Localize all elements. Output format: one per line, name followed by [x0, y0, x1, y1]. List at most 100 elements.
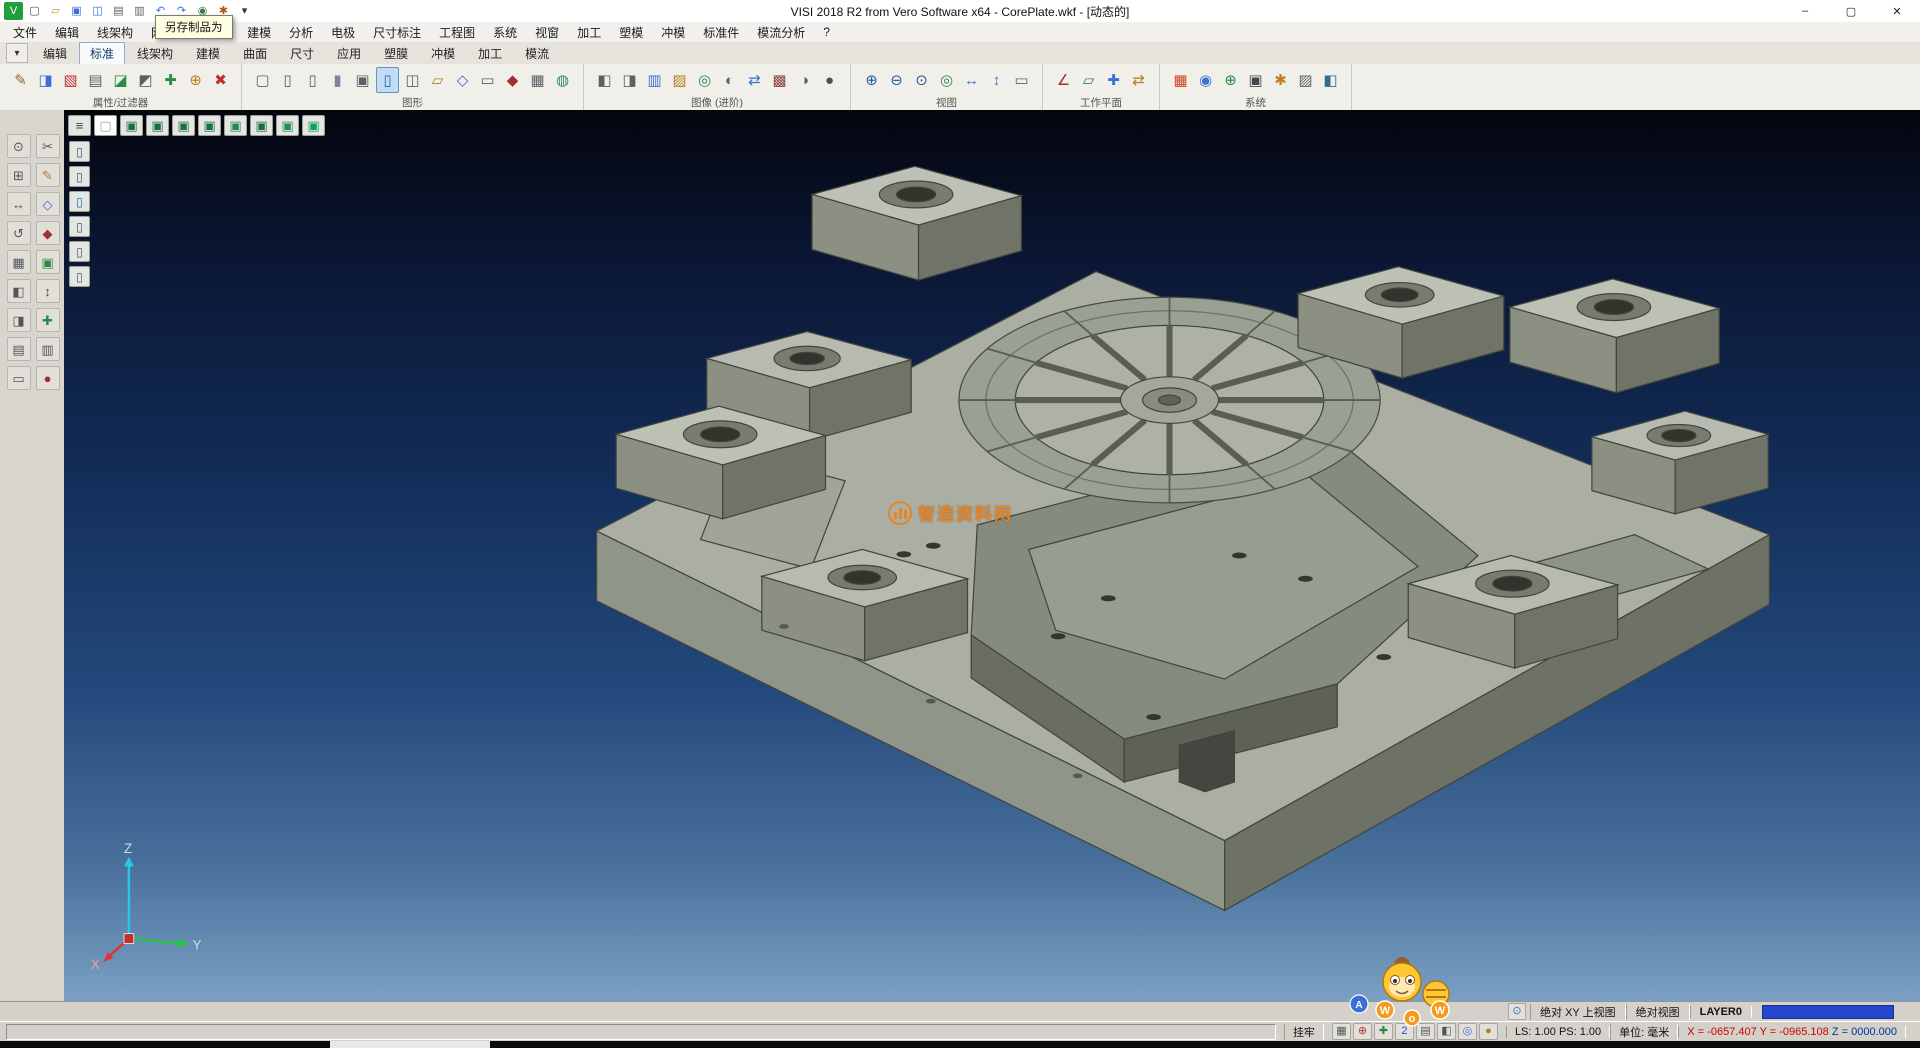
- stretch-icon[interactable]: ↕: [36, 279, 60, 303]
- hatch-icon[interactable]: ▨: [668, 67, 691, 93]
- tab-6[interactable]: 应用: [326, 42, 372, 65]
- sphere-display-icon[interactable]: ◍: [551, 67, 574, 93]
- bar-tool-icon[interactable]: ▭: [7, 366, 31, 390]
- diamond-display-icon[interactable]: ◇: [451, 67, 474, 93]
- solid-icon[interactable]: ▣: [36, 250, 60, 274]
- point-display-icon[interactable]: ▢: [251, 67, 274, 93]
- save-icon[interactable]: ▣: [67, 2, 86, 20]
- layer-filter-icon[interactable]: ▤: [84, 67, 107, 93]
- cylinder-view-6-icon[interactable]: ▯: [69, 266, 90, 287]
- trim-icon[interactable]: ✂: [36, 134, 60, 158]
- view-cube-iso-icon[interactable]: ▣: [120, 115, 143, 136]
- mesh-icon[interactable]: ▦: [7, 250, 31, 274]
- view-cube-top-icon[interactable]: ▣: [146, 115, 169, 136]
- render-left-icon[interactable]: ◧: [593, 67, 616, 93]
- tab-5[interactable]: 尺寸: [279, 42, 325, 65]
- point-tool-icon[interactable]: ●: [36, 366, 60, 390]
- cylinder-display-2-icon[interactable]: ▯: [301, 67, 324, 93]
- box-display-icon[interactable]: ◫: [401, 67, 424, 93]
- tab-10[interactable]: 模流: [514, 42, 560, 65]
- copy-attributes-icon[interactable]: ◨: [34, 67, 57, 93]
- layers-icon[interactable]: ▤: [7, 337, 31, 361]
- view-mode-indicator[interactable]: 绝对 XY 上视图: [1530, 1004, 1626, 1020]
- tab-4[interactable]: 曲面: [232, 42, 278, 65]
- workplane-swap-icon[interactable]: ⇄: [1127, 67, 1150, 93]
- active-color-swatch[interactable]: [1762, 1005, 1894, 1019]
- menu-item-9[interactable]: 工程图: [430, 24, 484, 41]
- refresh-view-icon[interactable]: ◎: [935, 67, 958, 93]
- snap-lock-toggle[interactable]: 挂牢: [1284, 1024, 1324, 1040]
- match-properties-icon[interactable]: ✎: [9, 67, 32, 93]
- grid-snap-icon[interactable]: ⊞: [7, 163, 31, 187]
- zoom-fit-icon[interactable]: ⊙: [910, 67, 933, 93]
- viewport-blank-view-icon[interactable]: ▢: [94, 115, 117, 136]
- clear-filter-icon[interactable]: ✖: [209, 67, 232, 93]
- view-cube-front-icon[interactable]: ▣: [172, 115, 195, 136]
- menu-item-0[interactable]: 文件: [4, 24, 46, 41]
- viewport-menu-icon[interactable]: ≡: [68, 115, 91, 136]
- menu-item-5[interactable]: 建模: [238, 24, 280, 41]
- add-geometry-icon[interactable]: ✚: [36, 308, 60, 332]
- cylinder-view-3-icon[interactable]: ▯: [69, 191, 90, 212]
- viewport-3d[interactable]: Z Y X ≡▢▣▣▣▣▣▣▣▣ ▯▯▯▯▯▯: [64, 110, 1920, 1001]
- add-filter-icon[interactable]: ✚: [159, 67, 182, 93]
- save-as-icon[interactable]: ◫: [88, 2, 107, 20]
- visi-logo-icon[interactable]: V: [4, 2, 23, 20]
- solid-cylinder-icon[interactable]: ▮: [326, 67, 349, 93]
- shade-left-icon[interactable]: ◧: [7, 279, 31, 303]
- half-left-icon[interactable]: ◧: [1319, 67, 1342, 93]
- tab-8[interactable]: 冲模: [420, 42, 466, 65]
- toolbar-dropdown-icon[interactable]: ▾: [235, 2, 254, 20]
- settings-icon[interactable]: ✱: [1269, 67, 1292, 93]
- tab-1[interactable]: 标准: [79, 42, 125, 65]
- sketch-icon[interactable]: ✎: [36, 163, 60, 187]
- cylinder-view-1-icon[interactable]: ▯: [69, 141, 90, 162]
- mask-filter-icon[interactable]: ◩: [134, 67, 157, 93]
- tab-7[interactable]: 塑膜: [373, 42, 419, 65]
- tab-9[interactable]: 加工: [467, 42, 513, 65]
- add-system-icon[interactable]: ⊕: [1219, 67, 1242, 93]
- columns-icon[interactable]: ▥: [36, 337, 60, 361]
- rotate-icon[interactable]: ↺: [7, 221, 31, 245]
- view-search-icon[interactable]: ⊙: [1508, 1003, 1526, 1020]
- solid-dot-icon[interactable]: ●: [818, 67, 841, 93]
- menu-item-11[interactable]: 视窗: [526, 24, 568, 41]
- shaded-display-icon[interactable]: ▣: [351, 67, 374, 93]
- menu-item-12[interactable]: 加工: [568, 24, 610, 41]
- view-cube-left-icon[interactable]: ▣: [250, 115, 273, 136]
- minimize-button[interactable]: –: [1782, 0, 1828, 22]
- cylinder-display-icon[interactable]: ▯: [276, 67, 299, 93]
- view-cube-shaded-icon[interactable]: ▣: [302, 115, 325, 136]
- workplane-new-icon[interactable]: ✚: [1102, 67, 1125, 93]
- zoom-in-icon[interactable]: ⊕: [860, 67, 883, 93]
- menu-item-8[interactable]: 尺寸标注: [364, 24, 430, 41]
- selection-filter-icon[interactable]: ⊕: [184, 67, 207, 93]
- view-cube-right-icon[interactable]: ▣: [198, 115, 221, 136]
- wireframe-display-icon[interactable]: ▯: [376, 67, 399, 93]
- texture-icon[interactable]: ▥: [643, 67, 666, 93]
- color-filter-icon[interactable]: ▧: [59, 67, 82, 93]
- shade-right-icon[interactable]: ◨: [7, 308, 31, 332]
- new-file-icon[interactable]: ▢: [25, 2, 44, 20]
- menu-item-16[interactable]: 模流分析: [748, 24, 814, 41]
- menu-item-17[interactable]: ?: [814, 25, 839, 39]
- move-icon[interactable]: ↔: [7, 192, 31, 216]
- print-icon[interactable]: ▤: [109, 2, 128, 20]
- menu-item-15[interactable]: 标准件: [694, 24, 748, 41]
- tab-2[interactable]: 线架构: [126, 42, 184, 65]
- dense-grid-icon[interactable]: ▩: [768, 67, 791, 93]
- workplane-icon[interactable]: ▱: [1077, 67, 1100, 93]
- element-filter-icon[interactable]: ◪: [109, 67, 132, 93]
- tab-3[interactable]: 建模: [185, 42, 231, 65]
- tab-0[interactable]: 编辑: [32, 42, 78, 65]
- solid-diamond-icon[interactable]: ◆: [501, 67, 524, 93]
- hatch-system-icon[interactable]: ▨: [1294, 67, 1317, 93]
- bar-display-icon[interactable]: ▭: [476, 67, 499, 93]
- view-cube-bottom-icon[interactable]: ▣: [276, 115, 299, 136]
- render-target-icon[interactable]: ◎: [693, 67, 716, 93]
- active-layer-indicator[interactable]: LAYER0: [1690, 1006, 1752, 1018]
- pan-vertical-icon[interactable]: ↕: [985, 67, 1008, 93]
- half-shade-right-icon[interactable]: ◑: [793, 67, 816, 93]
- pan-horizontal-icon[interactable]: ↔: [960, 67, 983, 93]
- menu-item-7[interactable]: 电极: [322, 24, 364, 41]
